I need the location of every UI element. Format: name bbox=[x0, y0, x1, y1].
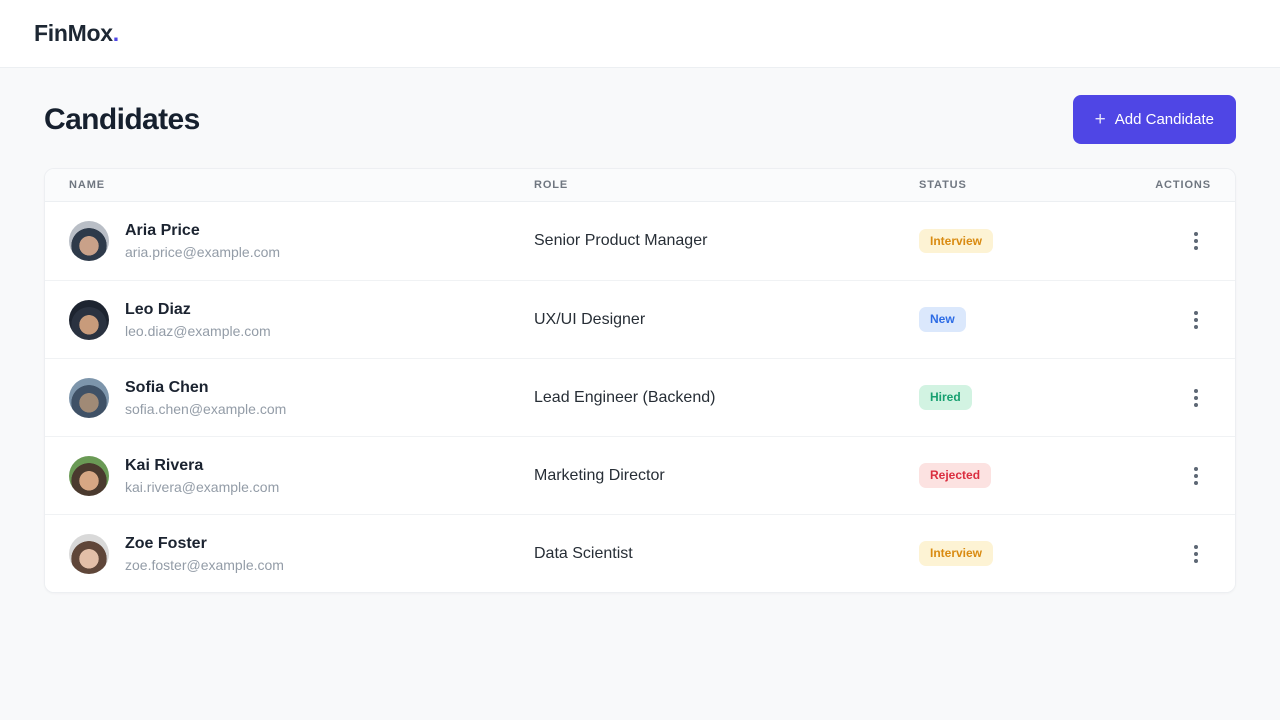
row-actions-menu-button[interactable] bbox=[1181, 305, 1211, 335]
table-header-row: NAME ROLE STATUS ACTIONS bbox=[45, 169, 1235, 202]
candidate-cell: Leo Diaz leo.diaz@example.com bbox=[69, 300, 534, 340]
candidate-role: Lead Engineer (Backend) bbox=[534, 389, 715, 406]
status-cell: Interview bbox=[919, 541, 1151, 565]
candidate-role: UX/UI Designer bbox=[534, 311, 645, 328]
column-header-status: STATUS bbox=[919, 179, 1151, 191]
candidate-cell: Zoe Foster zoe.foster@example.com bbox=[69, 534, 534, 574]
status-badge: Interview bbox=[919, 541, 993, 565]
status-badge: New bbox=[919, 307, 966, 331]
row-actions-menu-button[interactable] bbox=[1181, 226, 1211, 256]
candidate-email: leo.diaz@example.com bbox=[125, 323, 271, 339]
candidate-avatar bbox=[69, 378, 109, 418]
candidate-avatar bbox=[69, 221, 109, 261]
status-badge: Hired bbox=[919, 385, 972, 409]
main-content: Candidates + Add Candidate NAME ROLE STA… bbox=[0, 68, 1280, 593]
actions-cell bbox=[1151, 305, 1211, 335]
actions-cell bbox=[1151, 226, 1211, 256]
candidate-role: Senior Product Manager bbox=[534, 232, 707, 249]
candidate-cell: Sofia Chen sofia.chen@example.com bbox=[69, 378, 534, 418]
row-actions-menu-button[interactable] bbox=[1181, 539, 1211, 569]
table-row: Sofia Chen sofia.chen@example.com Lead E… bbox=[45, 358, 1235, 436]
brand-accent-dot: . bbox=[113, 20, 119, 46]
title-row: Candidates + Add Candidate bbox=[44, 95, 1236, 144]
table-row: Aria Price aria.price@example.com Senior… bbox=[45, 202, 1235, 280]
candidate-cell: Aria Price aria.price@example.com bbox=[69, 221, 534, 261]
status-badge: Rejected bbox=[919, 463, 991, 487]
status-cell: New bbox=[919, 307, 1151, 331]
brand-name: FinMox bbox=[34, 20, 113, 46]
add-candidate-label: Add Candidate bbox=[1115, 111, 1214, 128]
app-header: FinMox. bbox=[0, 0, 1280, 68]
candidate-email: sofia.chen@example.com bbox=[125, 401, 286, 417]
actions-cell bbox=[1151, 383, 1211, 413]
candidate-avatar bbox=[69, 300, 109, 340]
add-candidate-button[interactable]: + Add Candidate bbox=[1073, 95, 1236, 144]
status-cell: Hired bbox=[919, 385, 1151, 409]
status-cell: Interview bbox=[919, 229, 1151, 253]
candidate-name: Sofia Chen bbox=[125, 379, 286, 397]
table-row: Leo Diaz leo.diaz@example.com UX/UI Desi… bbox=[45, 280, 1235, 358]
row-actions-menu-button[interactable] bbox=[1181, 383, 1211, 413]
candidate-role: Data Scientist bbox=[534, 545, 633, 562]
role-cell: Marketing Director bbox=[534, 467, 919, 485]
role-cell: Lead Engineer (Backend) bbox=[534, 389, 919, 407]
table-row: Kai Rivera kai.rivera@example.com Market… bbox=[45, 436, 1235, 514]
status-badge: Interview bbox=[919, 229, 993, 253]
actions-cell bbox=[1151, 539, 1211, 569]
candidate-avatar bbox=[69, 456, 109, 496]
row-actions-menu-button[interactable] bbox=[1181, 461, 1211, 491]
role-cell: Data Scientist bbox=[534, 545, 919, 563]
table-body: Aria Price aria.price@example.com Senior… bbox=[45, 202, 1235, 592]
page-title: Candidates bbox=[44, 103, 200, 137]
column-header-actions: ACTIONS bbox=[1151, 179, 1211, 191]
candidate-name: Leo Diaz bbox=[125, 301, 271, 319]
column-header-role: ROLE bbox=[534, 179, 919, 191]
candidate-cell: Kai Rivera kai.rivera@example.com bbox=[69, 456, 534, 496]
candidate-name: Aria Price bbox=[125, 222, 280, 240]
candidate-email: zoe.foster@example.com bbox=[125, 557, 284, 573]
role-cell: UX/UI Designer bbox=[534, 311, 919, 329]
candidate-email: kai.rivera@example.com bbox=[125, 479, 279, 495]
candidate-avatar bbox=[69, 534, 109, 574]
candidate-role: Marketing Director bbox=[534, 467, 665, 484]
candidates-table: NAME ROLE STATUS ACTIONS Aria Price aria… bbox=[44, 168, 1236, 593]
candidate-name: Kai Rivera bbox=[125, 457, 279, 475]
role-cell: Senior Product Manager bbox=[534, 232, 919, 250]
brand-logo[interactable]: FinMox. bbox=[34, 20, 119, 47]
column-header-name: NAME bbox=[69, 179, 534, 191]
candidate-email: aria.price@example.com bbox=[125, 244, 280, 260]
table-row: Zoe Foster zoe.foster@example.com Data S… bbox=[45, 514, 1235, 592]
actions-cell bbox=[1151, 461, 1211, 491]
plus-icon: + bbox=[1095, 110, 1106, 129]
candidate-name: Zoe Foster bbox=[125, 535, 284, 553]
status-cell: Rejected bbox=[919, 463, 1151, 487]
